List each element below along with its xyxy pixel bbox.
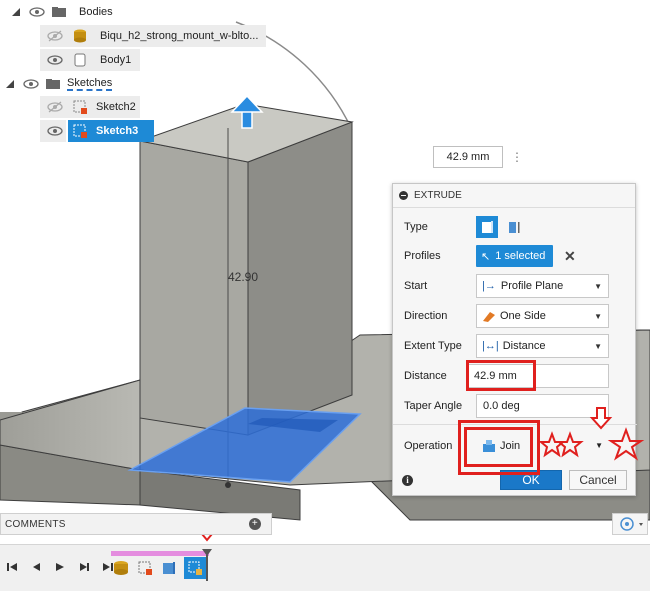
taper-input[interactable]: 0.0 deg <box>476 394 609 418</box>
row-type: Type <box>393 214 637 240</box>
clear-selection-icon[interactable]: ✕ <box>564 248 576 265</box>
profiles-select-button[interactable]: ↖ 1 selected <box>476 245 553 267</box>
type-thin-icon[interactable] <box>503 216 525 238</box>
cancel-button[interactable]: Cancel <box>569 470 627 490</box>
start-value: Profile Plane <box>500 280 564 292</box>
chevron-down-icon: ▼ <box>594 282 602 291</box>
upright-front-face <box>139 140 249 436</box>
type-solid-icon[interactable] <box>476 216 498 238</box>
tree-label-sketch3: Sketch3 <box>96 125 139 137</box>
collapse-triangle-icon[interactable] <box>10 6 22 18</box>
eye-icon[interactable] <box>23 78 39 90</box>
chevron-down-icon: ▼ <box>595 441 603 450</box>
tree-label-bodies: Bodies <box>79 6 113 18</box>
tree-node-bodies[interactable]: Bodies <box>10 3 113 21</box>
cursor-icon: ↖ <box>481 250 491 263</box>
step-back-icon[interactable] <box>30 561 42 573</box>
dimension-label: 42.90 <box>228 270 259 284</box>
distance-input[interactable]: 42.9 mm <box>467 364 609 388</box>
tree-item-body1[interactable]: Body1 <box>47 51 131 69</box>
row-direction: Direction One Side ▼ <box>393 303 637 329</box>
operation-value: Join <box>500 440 521 452</box>
dimension-menu-icon[interactable]: ⋮ <box>511 149 523 165</box>
direction-dropdown[interactable]: One Side ▼ <box>476 304 609 328</box>
body-outline-icon <box>74 53 86 67</box>
row-profiles: Profiles ↖ 1 selected ✕ <box>393 243 637 269</box>
timeline-group-bar <box>111 551 209 556</box>
join-icon <box>483 440 495 452</box>
tree-item-biqu[interactable]: Biqu_h2_strong_mount_w-blto... <box>47 27 258 45</box>
label-taper: Taper Angle <box>404 400 463 412</box>
body-icon[interactable] <box>112 559 130 577</box>
row-extent: Extent Type |↔| Distance ▼ <box>393 333 637 359</box>
eye-hidden-icon[interactable] <box>47 101 63 113</box>
comments-add-icon[interactable]: + <box>249 518 261 530</box>
chevron-down-icon: ▼ <box>594 312 602 321</box>
label-operation: Operation <box>404 440 453 452</box>
extrude-panel: EXTRUDE Type Profiles ↖ 1 selected ✕ Sta… <box>392 183 637 496</box>
extent-dropdown[interactable]: |↔| Distance ▼ <box>476 334 609 358</box>
timeline <box>0 544 650 591</box>
row-taper: Taper Angle 0.0 deg <box>393 393 637 419</box>
row-start: Start |→ Profile Plane ▼ <box>393 273 637 299</box>
eye-icon[interactable] <box>47 54 63 66</box>
chevron-down-icon: ▼ <box>594 342 602 351</box>
profiles-value: 1 selected <box>495 250 546 262</box>
dimension-input[interactable]: 42.9 mm <box>433 146 503 168</box>
body-icon <box>74 29 86 43</box>
label-type: Type <box>404 221 428 233</box>
ok-button[interactable]: OK <box>500 470 562 490</box>
timeline-controls <box>6 561 114 573</box>
comments-label: COMMENTS <box>5 518 66 530</box>
row-operation: Operation Join ▼ <box>393 433 637 459</box>
collapse-icon[interactable] <box>399 191 408 200</box>
extent-value: Distance <box>502 340 546 352</box>
direction-value: One Side <box>500 310 546 322</box>
label-direction: Direction <box>404 310 448 322</box>
timeline-marker[interactable] <box>202 549 212 581</box>
tree-item-sketch2[interactable]: Sketch2 <box>47 98 136 116</box>
eye-icon[interactable] <box>47 125 63 137</box>
label-profiles: Profiles <box>404 250 441 262</box>
row-distance: Distance 42.9 mm <box>393 363 637 389</box>
sketch-icon <box>73 124 87 138</box>
distance-icon: |↔| <box>482 340 499 352</box>
extrude-icon[interactable] <box>160 559 178 577</box>
sketch-icon[interactable] <box>136 559 154 577</box>
operation-dropdown[interactable]: Join ▼ <box>476 434 609 458</box>
label-extent: Extent Type <box>404 340 462 352</box>
eye-hidden-icon[interactable] <box>47 30 63 42</box>
step-forward-icon[interactable] <box>78 561 90 573</box>
skip-back-icon[interactable] <box>6 561 18 573</box>
label-distance: Distance <box>404 370 447 382</box>
eye-icon[interactable] <box>29 6 45 18</box>
folder-icon <box>52 7 66 17</box>
tree-label-sketches: Sketches <box>67 77 113 91</box>
orbit-icon[interactable] <box>613 514 647 534</box>
sketch-icon <box>188 561 202 575</box>
label-start: Start <box>404 280 428 292</box>
info-icon[interactable]: i <box>402 475 413 486</box>
tree-label-sketch2: Sketch2 <box>96 101 136 113</box>
upright-side-face <box>247 121 353 436</box>
profile-plane-icon: |→ <box>482 280 496 292</box>
start-dropdown[interactable]: |→ Profile Plane ▼ <box>476 274 609 298</box>
tree-node-sketches[interactable]: Sketches <box>4 75 113 93</box>
tree-label-body1: Body1 <box>100 54 132 66</box>
timeline-features <box>112 557 206 579</box>
navigation-widget[interactable] <box>612 513 648 535</box>
tree-label-biqu: Biqu_h2_strong_mount_w-blto... <box>100 30 259 42</box>
sketch-icon <box>73 100 87 114</box>
play-icon[interactable] <box>54 561 66 573</box>
one-side-icon <box>483 312 495 322</box>
folder-icon <box>46 79 60 89</box>
collapse-triangle-icon[interactable] <box>4 78 16 90</box>
comments-bar[interactable]: COMMENTS + <box>0 513 272 535</box>
tree-item-sketch3[interactable]: Sketch3 <box>47 122 138 140</box>
panel-title: EXTRUDE <box>414 190 462 201</box>
panel-header[interactable]: EXTRUDE <box>393 184 635 208</box>
